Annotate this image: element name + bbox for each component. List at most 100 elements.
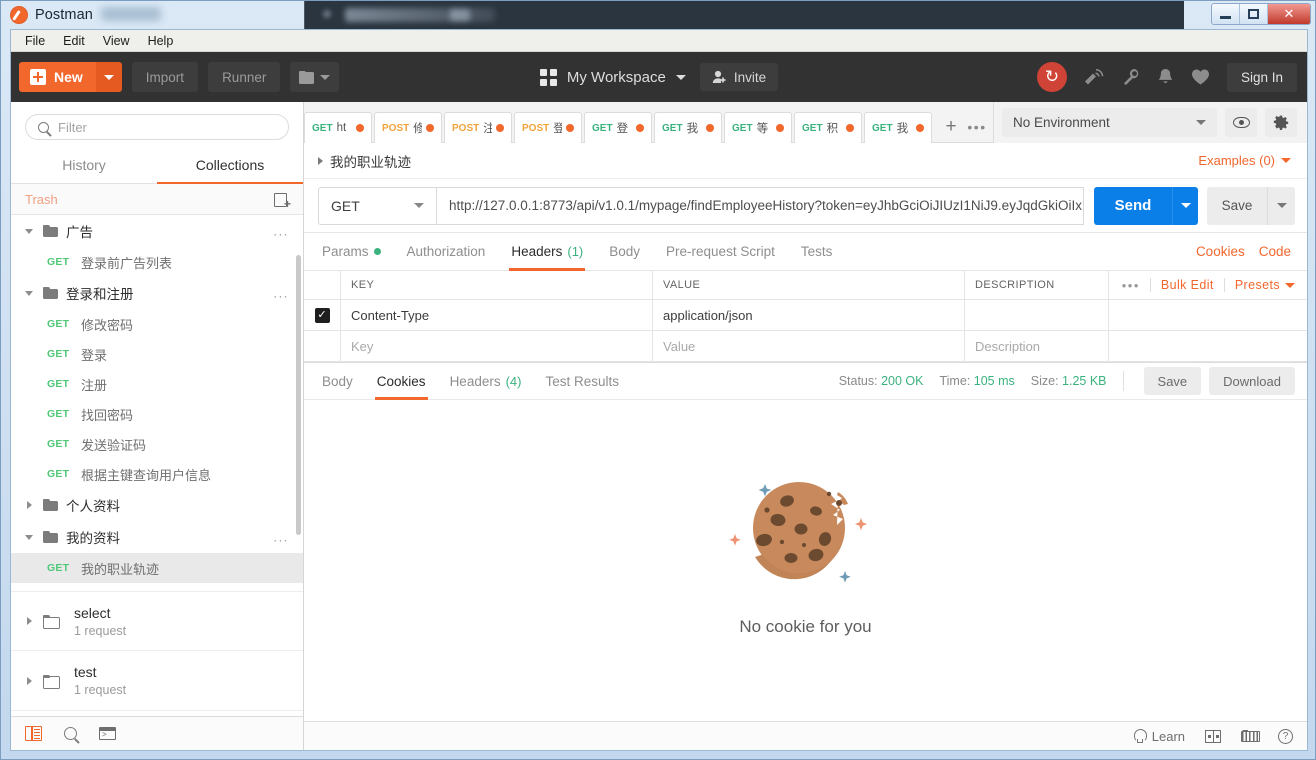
keyboard-icon[interactable] — [1241, 730, 1260, 742]
learn-button[interactable]: Learn — [1133, 729, 1185, 744]
new-tab-button[interactable]: + — [938, 111, 964, 142]
collection-item-select[interactable]: select 1 request — [11, 591, 303, 651]
search-icon[interactable] — [64, 727, 77, 740]
chevron-down-icon[interactable] — [23, 534, 35, 540]
tab-params[interactable]: Params — [322, 233, 381, 271]
new-collection-dropdown-button[interactable] — [290, 62, 340, 92]
help-icon[interactable]: ? — [1278, 728, 1293, 744]
method-select[interactable]: GET — [318, 186, 436, 225]
environment-settings-button[interactable] — [1265, 108, 1297, 137]
examples-dropdown[interactable]: Examples (0) — [1198, 153, 1291, 168]
tab-test-results[interactable]: Test Results — [545, 363, 619, 400]
menu-edit[interactable]: Edit — [55, 32, 93, 50]
send-button-group[interactable]: Send — [1094, 186, 1198, 225]
sync-icon[interactable]: ↻ — [1036, 62, 1067, 92]
tree-request[interactable]: GET 找回密码 — [11, 399, 303, 429]
chevron-down-icon[interactable] — [23, 290, 35, 296]
maximize-button[interactable] — [1240, 4, 1268, 24]
request-tab[interactable]: GET ht — [304, 112, 372, 143]
folder-actions-icon[interactable]: ... — [273, 530, 289, 545]
new-value-input[interactable]: Value — [653, 331, 965, 362]
send-button[interactable]: Send — [1094, 186, 1172, 225]
row-description-input[interactable] — [965, 300, 1109, 331]
tree-request[interactable]: GET 发送验证码 — [11, 429, 303, 459]
tab-response-body[interactable]: Body — [322, 363, 353, 400]
tab-pre-request-script[interactable]: Pre-request Script — [666, 233, 775, 271]
folder-actions-icon[interactable]: ... — [273, 286, 289, 301]
bulk-edit-link[interactable]: Bulk Edit — [1161, 278, 1214, 292]
two-pane-icon[interactable] — [1205, 729, 1221, 743]
row-checkbox[interactable]: ✓ — [304, 300, 341, 331]
wrench-icon[interactable] — [1121, 68, 1140, 87]
chevron-right-icon[interactable] — [23, 617, 35, 625]
menu-view[interactable]: View — [95, 32, 138, 50]
tab-history[interactable]: History — [11, 148, 157, 183]
search-input[interactable]: Filter — [25, 114, 289, 140]
save-button-group[interactable]: Save — [1207, 186, 1295, 225]
environment-select[interactable]: No Environment — [1002, 108, 1217, 137]
tab-collections[interactable]: Collections — [157, 148, 303, 184]
tree-folder-my-profile[interactable]: 我的资料 ... — [11, 521, 303, 553]
chevron-right-icon[interactable] — [23, 501, 35, 509]
tree-folder-personal[interactable]: 个人资料 — [11, 489, 303, 521]
request-tab[interactable]: GET 积 — [794, 112, 862, 143]
tab-authorization[interactable]: Authorization — [407, 233, 486, 271]
tree-request-selected[interactable]: GET 我的职业轨迹 — [11, 553, 303, 583]
save-response-button[interactable]: Save — [1143, 367, 1202, 395]
request-tab[interactable]: GET 我 — [864, 112, 932, 143]
presets-dropdown[interactable]: Presets — [1235, 278, 1280, 292]
tree-request[interactable]: GET 注册 — [11, 369, 303, 399]
trash-link[interactable]: Trash — [25, 192, 58, 207]
save-button[interactable]: Save — [1207, 186, 1267, 225]
tree-request[interactable]: GET 根据主键查询用户信息 — [11, 459, 303, 489]
request-tab[interactable]: POST 登 — [514, 112, 582, 143]
tree-request[interactable]: GET 登录 — [11, 339, 303, 369]
collection-item-test[interactable]: test 1 request — [11, 651, 303, 711]
new-key-input[interactable]: Key — [341, 331, 653, 362]
breadcrumb-left[interactable]: 我的职业轨迹 — [318, 151, 411, 171]
new-collection-icon[interactable] — [274, 192, 291, 210]
chevron-down-icon[interactable] — [23, 228, 35, 234]
tree-request[interactable]: GET 修改密码 — [11, 309, 303, 339]
row-value-input[interactable]: application/json — [653, 300, 965, 331]
minimize-button[interactable] — [1212, 4, 1240, 24]
tab-headers[interactable]: Headers (1) — [509, 233, 586, 271]
code-link[interactable]: Code — [1259, 244, 1291, 259]
satellite-icon[interactable] — [1084, 68, 1104, 87]
request-tab[interactable]: GET 等 — [724, 112, 792, 143]
request-tab[interactable]: GET 我 — [654, 112, 722, 143]
invite-button[interactable]: Invite — [699, 63, 779, 91]
sign-in-button[interactable]: Sign In — [1226, 62, 1297, 92]
menu-help[interactable]: Help — [140, 32, 182, 50]
request-tab[interactable]: POST 注 — [444, 112, 512, 143]
sidebar-scrollbar[interactable] — [296, 255, 301, 535]
cookies-link[interactable]: Cookies — [1196, 244, 1245, 259]
tab-body[interactable]: Body — [609, 233, 640, 271]
close-button[interactable]: ✕ — [1268, 4, 1310, 24]
tab-response-cookies[interactable]: Cookies — [374, 363, 428, 400]
request-tab[interactable]: POST 修 — [374, 112, 442, 143]
window-controls[interactable]: ✕ — [1211, 3, 1311, 25]
row-checkbox[interactable] — [304, 331, 341, 362]
chevron-right-icon[interactable] — [23, 676, 35, 685]
import-button[interactable]: Import — [131, 62, 199, 92]
sidebar-toggle-icon[interactable] — [25, 726, 42, 741]
send-dropdown-button[interactable] — [1172, 186, 1198, 225]
menu-file[interactable]: File — [17, 32, 53, 50]
new-button[interactable]: New — [19, 62, 96, 92]
request-tab[interactable]: GET 登 — [584, 112, 652, 143]
table-more-icon[interactable]: ••• — [1122, 278, 1140, 293]
url-input[interactable]: http://127.0.0.1:8773/api/v1.0.1/mypage/… — [436, 186, 1084, 225]
heart-icon[interactable] — [1191, 68, 1210, 86]
tab-tests[interactable]: Tests — [801, 233, 833, 271]
download-response-button[interactable]: Download — [1209, 367, 1295, 395]
bell-icon[interactable] — [1157, 68, 1174, 87]
new-dropdown-button[interactable] — [95, 62, 122, 92]
row-key-input[interactable]: Content-Type — [341, 300, 653, 331]
tree-request[interactable]: GET 登录前广告列表 — [11, 247, 303, 277]
environment-quick-look-button[interactable] — [1225, 108, 1257, 137]
tree-folder-login[interactable]: 登录和注册 ... — [11, 277, 303, 309]
table-row-placeholder[interactable]: Key Value Description — [304, 331, 1307, 362]
new-description-input[interactable]: Description — [965, 331, 1109, 362]
tree-folder-ads[interactable]: 广告 ... — [11, 215, 303, 247]
